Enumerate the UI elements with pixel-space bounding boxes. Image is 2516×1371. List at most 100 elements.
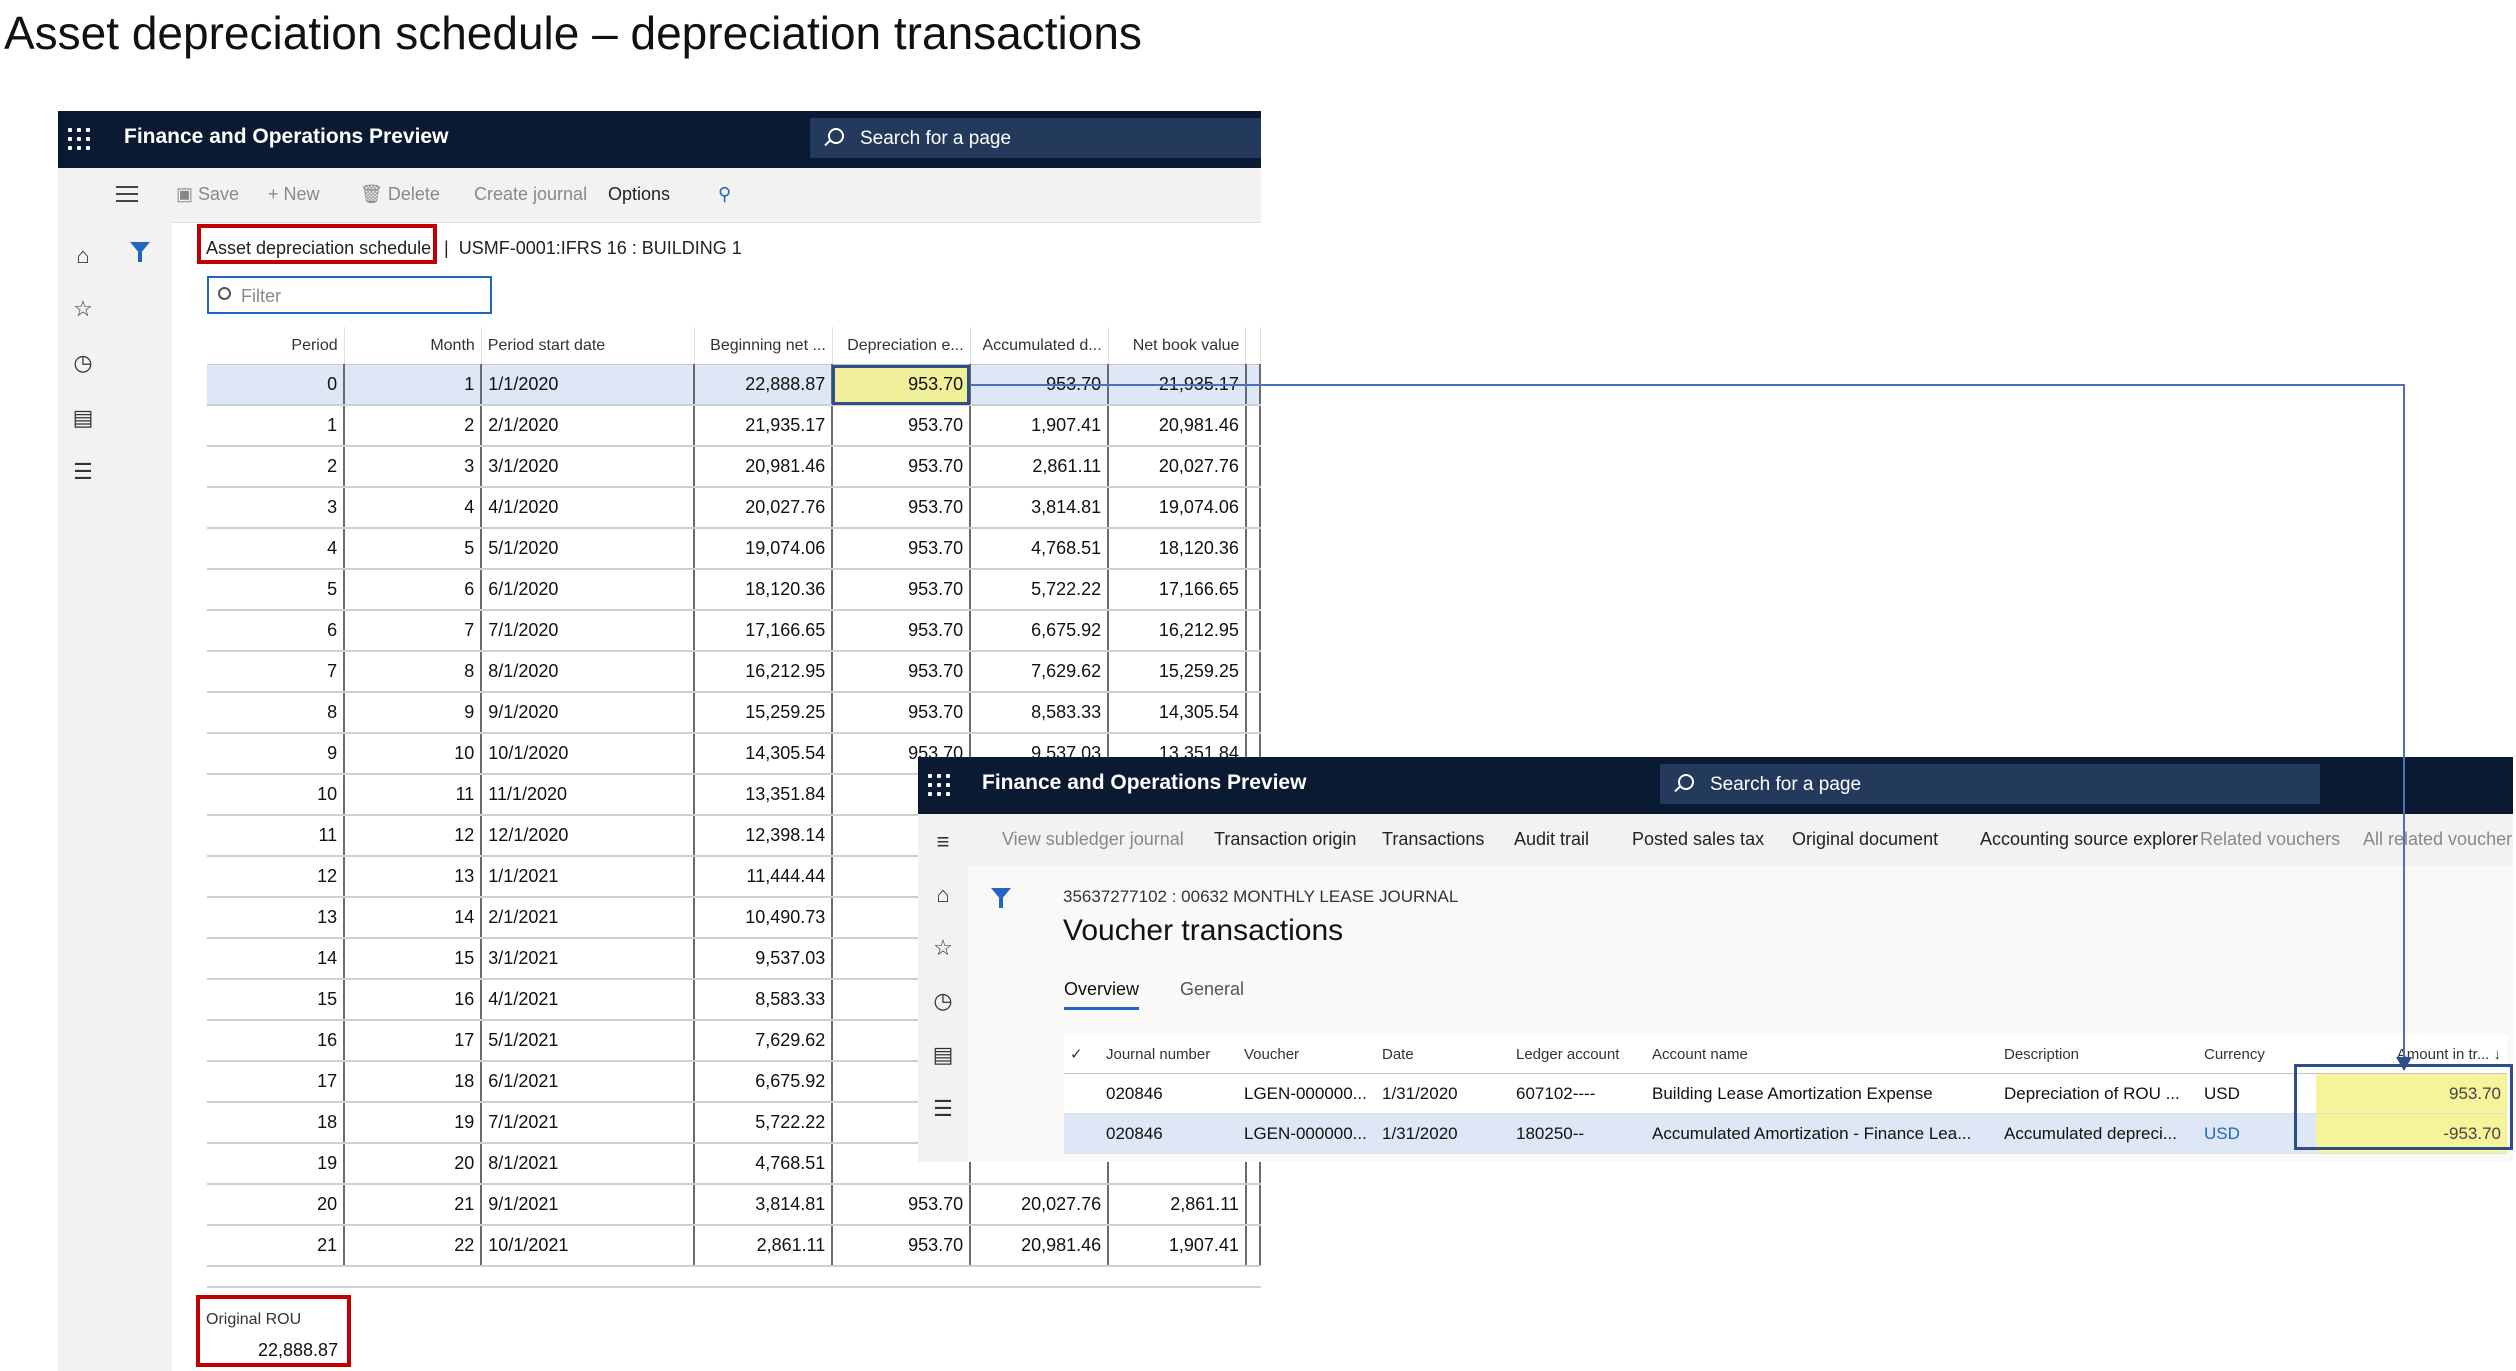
- table-row[interactable]: 5 6 6/1/2020 18,120.36 953.70 5,722.22 17,166.…: [207, 569, 1261, 611]
- home-icon[interactable]: ⌂: [918, 882, 968, 908]
- table-cell: 10/1/2020: [481, 733, 696, 775]
- column-header[interactable]: Date: [1376, 1035, 1510, 1074]
- app-launcher-icon[interactable]: [928, 774, 952, 798]
- table-cell: LGEN-000000...: [1238, 1113, 1376, 1154]
- table-cell: 20,981.46: [970, 1225, 1110, 1267]
- favorites-star-icon[interactable]: ☆: [58, 296, 108, 322]
- filter-funnel-icon[interactable]: [991, 888, 1011, 908]
- table-cell: 14,305.54: [1108, 692, 1247, 734]
- modules-list-icon[interactable]: ☰: [918, 1096, 968, 1122]
- table-cell: 20: [207, 1184, 346, 1226]
- app-launcher-icon[interactable]: [68, 128, 92, 152]
- accounting-source-explorer-button[interactable]: Accounting source explorer: [1980, 829, 2198, 850]
- grid-footer: [207, 1286, 1261, 1308]
- all-related-vouchers-button[interactable]: All related vouchers: [2363, 829, 2513, 850]
- recent-clock-icon[interactable]: ◷: [918, 988, 968, 1014]
- table-cell: 9: [344, 692, 483, 734]
- table-row[interactable]: 2 3 3/1/2020 20,981.46 953.70 2,861.11 20,027.…: [207, 446, 1261, 488]
- table-row[interactable]: 1 2 2/1/2020 21,935.17 953.70 1,907.41 20,981.…: [207, 405, 1261, 447]
- table-cell: 4: [207, 528, 346, 570]
- table-cell: 2: [207, 446, 346, 488]
- new-button[interactable]: + New: [268, 184, 320, 205]
- favorites-star-icon[interactable]: ☆: [918, 935, 968, 961]
- modules-list-icon[interactable]: ☰: [58, 459, 108, 485]
- search-icon: [828, 128, 844, 144]
- posted-sales-tax-button[interactable]: Posted sales tax: [1632, 829, 1764, 850]
- grid-filter-input[interactable]: Filter: [207, 276, 492, 314]
- table-cell: 020846: [1100, 1073, 1238, 1114]
- table-cell: 12: [344, 815, 483, 857]
- audit-trail-button[interactable]: Audit trail: [1514, 829, 1589, 850]
- save-button[interactable]: ▣ Save: [176, 184, 239, 205]
- table-cell: 1/31/2020: [1376, 1113, 1510, 1154]
- table-cell: 16: [207, 1020, 346, 1062]
- column-header[interactable]: Accumulated d...: [970, 327, 1109, 365]
- workspaces-icon[interactable]: ▤: [58, 405, 108, 431]
- search-box[interactable]: Search for a page: [810, 118, 1261, 158]
- table-cell: 19,074.06: [1108, 487, 1247, 529]
- table-cell: 14: [207, 938, 346, 980]
- table-row[interactable]: 20 21 9/1/2021 3,814.81 953.70 20,027.76 2,861…: [207, 1184, 1261, 1226]
- original-document-button[interactable]: Original document: [1792, 829, 1938, 850]
- search-placeholder: Search for a page: [1710, 774, 1862, 795]
- column-header[interactable]: Depreciation e...: [832, 327, 971, 365]
- column-header[interactable]: Period: [207, 327, 345, 365]
- table-cell-overflow: [1245, 569, 1261, 611]
- table-cell: 4/1/2021: [481, 979, 696, 1021]
- related-vouchers-button[interactable]: Related vouchers: [2200, 829, 2340, 850]
- table-cell: 5/1/2021: [481, 1020, 696, 1062]
- table-cell-overflow: [1245, 405, 1261, 447]
- recent-clock-icon[interactable]: ◷: [58, 350, 108, 376]
- options-tab[interactable]: Options: [608, 184, 670, 205]
- table-cell: 20,981.46: [1108, 405, 1247, 447]
- table-cell: 8,583.33: [694, 979, 834, 1021]
- row-select-cell[interactable]: [1064, 1073, 1100, 1114]
- table-cell: 20,027.76: [694, 487, 834, 529]
- table-cell: 22,888.87: [694, 364, 834, 406]
- table-cell: 8/1/2020: [481, 651, 696, 693]
- connector-arrow-icon: [2396, 1057, 2412, 1071]
- column-header[interactable]: Journal number: [1100, 1035, 1238, 1074]
- column-header[interactable]: Period start date: [481, 327, 695, 365]
- transaction-origin-button[interactable]: Transaction origin: [1214, 829, 1356, 850]
- select-all-checkmark-icon[interactable]: ✓: [1064, 1035, 1100, 1074]
- column-header[interactable]: Voucher: [1238, 1035, 1376, 1074]
- view-subledger-journal-button[interactable]: View subledger journal: [1002, 829, 1184, 850]
- column-header[interactable]: Net book value: [1108, 327, 1247, 365]
- table-row[interactable]: 020846 LGEN-000000... 1/31/2020 607102---- B…: [1064, 1073, 2507, 1114]
- table-row[interactable]: 020846 LGEN-000000... 1/31/2020 180250-- Acc…: [1064, 1113, 2507, 1154]
- column-header[interactable]: Beginning net ...: [694, 327, 833, 365]
- asset-reference: | USMF-0001:IFRS 16 : BUILDING 1: [444, 238, 742, 258]
- column-header[interactable]: Account name: [1646, 1035, 1998, 1074]
- menu-hamburger-icon[interactable]: [116, 186, 138, 207]
- filter-funnel-icon[interactable]: [130, 242, 150, 262]
- table-cell: 3,814.81: [694, 1184, 834, 1226]
- column-header[interactable]: Ledger account: [1510, 1035, 1646, 1074]
- home-icon[interactable]: ⌂: [58, 243, 108, 269]
- tab-overview[interactable]: Overview: [1064, 979, 1140, 1010]
- table-row[interactable]: 7 8 8/1/2020 16,212.95 953.70 7,629.62 15,259.…: [207, 651, 1261, 693]
- breadcrumb[interactable]: Asset depreciation schedule: [206, 238, 431, 259]
- voucher-transactions-grid: ✓ Journal number Voucher Date Ledger account…: [1064, 1035, 2507, 1154]
- table-row[interactable]: 3 4 4/1/2020 20,027.76 953.70 3,814.81 19,074.…: [207, 487, 1261, 529]
- delete-button[interactable]: 🗑 Delete: [360, 184, 440, 205]
- table-cell: 8: [207, 692, 346, 734]
- workspaces-icon[interactable]: ▤: [918, 1042, 968, 1068]
- column-header[interactable]: Month: [344, 327, 482, 365]
- create-journal-button[interactable]: Create journal: [474, 184, 587, 205]
- table-row[interactable]: 6 7 7/1/2020 17,166.65 953.70 6,675.92 16,212.…: [207, 610, 1261, 652]
- table-row[interactable]: 21 22 10/1/2021 2,861.11 953.70 20,981.46 1,90…: [207, 1225, 1261, 1267]
- table-cell: 22: [344, 1225, 483, 1267]
- search-box[interactable]: Search for a page: [1660, 764, 2320, 804]
- column-header[interactable]: Description: [1998, 1035, 2198, 1074]
- highlighted-depreciation-cell: 953.70: [832, 364, 972, 406]
- transactions-button[interactable]: Transactions: [1382, 829, 1484, 850]
- menu-hamburger-icon[interactable]: ≡: [918, 829, 968, 855]
- action-search-icon[interactable]: ⚲: [718, 184, 731, 205]
- table-row[interactable]: 8 9 9/1/2020 15,259.25 953.70 8,583.33 14,305.…: [207, 692, 1261, 734]
- table-cell: 16,212.95: [694, 651, 834, 693]
- row-select-cell[interactable]: [1064, 1113, 1100, 1154]
- tab-general[interactable]: General: [1180, 979, 1244, 1000]
- table-cell: 13: [207, 897, 346, 939]
- table-row[interactable]: 4 5 5/1/2020 19,074.06 953.70 4,768.51 18,120.…: [207, 528, 1261, 570]
